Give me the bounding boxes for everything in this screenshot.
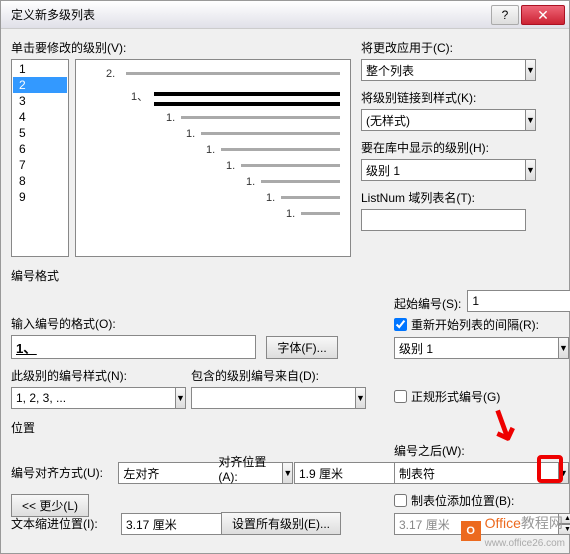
legal-checkbox[interactable]: [394, 390, 407, 403]
numstyle-label: 此级别的编号样式(N):: [11, 367, 181, 384]
window-title: 定义新多级列表: [5, 6, 491, 23]
apply-to-label: 将更改应用于(C):: [361, 39, 526, 56]
chevron-down-icon[interactable]: ▼: [559, 337, 569, 359]
align-select[interactable]: ▼: [118, 462, 208, 484]
chevron-down-icon[interactable]: ▼: [526, 159, 536, 181]
annotation-highlight: [537, 455, 563, 483]
numstyle-select[interactable]: ▼: [11, 387, 181, 409]
include-from-select[interactable]: ▼: [191, 387, 341, 409]
level-item[interactable]: 6: [13, 141, 67, 157]
level-item[interactable]: 3: [13, 93, 67, 109]
link-style-label: 将级别链接到样式(K):: [361, 89, 526, 106]
restart-checkbox[interactable]: [394, 318, 407, 331]
enter-fmt-input[interactable]: [11, 335, 256, 359]
font-button[interactable]: 字体(F)...: [266, 336, 338, 359]
watermark: O Office教程网 www.office26.com: [461, 513, 565, 549]
level-item[interactable]: 2: [13, 77, 67, 93]
section-numfmt: 编号格式: [11, 267, 559, 284]
levels-label: 单击要修改的级别(V):: [11, 39, 351, 56]
start-at-input[interactable]: [467, 290, 570, 312]
restart-label: 重新开始列表的间隔(R):: [411, 316, 539, 333]
tab-stop-label: 制表位添加位置(B):: [411, 492, 514, 509]
less-button[interactable]: << 更少(L): [11, 494, 89, 517]
section-pos: 位置: [11, 419, 559, 436]
link-style-select[interactable]: ▼: [361, 109, 526, 131]
apply-to-select[interactable]: ▼: [361, 59, 526, 81]
align-at-label: 对齐位置(A):: [218, 453, 284, 484]
indent-at-label: 文本缩进位置(I):: [11, 515, 111, 532]
set-all-button[interactable]: 设置所有级别(E)...: [221, 512, 341, 535]
listnum-label: ListNum 域列表名(T):: [361, 189, 526, 206]
align-label: 编号对齐方式(U):: [11, 464, 108, 481]
chevron-down-icon[interactable]: ▼: [526, 109, 536, 131]
start-at-label: 起始编号(S):: [394, 295, 461, 312]
legal-label: 正规形式编号(G): [411, 388, 500, 405]
level-item[interactable]: 7: [13, 157, 67, 173]
chevron-down-icon[interactable]: ▼: [526, 59, 536, 81]
titlebar: 定义新多级列表 ? ✕: [1, 1, 569, 29]
level-item[interactable]: 8: [13, 173, 67, 189]
close-button[interactable]: ✕: [521, 5, 565, 25]
logo-icon: O: [461, 521, 481, 541]
level-item[interactable]: 1: [13, 61, 67, 77]
level-item[interactable]: 5: [13, 125, 67, 141]
restart-select[interactable]: ▼: [394, 337, 559, 359]
gallery-select[interactable]: ▼: [361, 159, 526, 181]
level-item[interactable]: 9: [13, 189, 67, 205]
enter-fmt-label: 输入编号的格式(O):: [11, 315, 256, 332]
help-button[interactable]: ?: [491, 5, 519, 25]
include-from-label: 包含的级别编号来自(D):: [191, 367, 341, 384]
listnum-input[interactable]: [361, 209, 526, 231]
tab-stop-checkbox[interactable]: [394, 494, 407, 507]
level-item[interactable]: 4: [13, 109, 67, 125]
chevron-down-icon[interactable]: ▼: [176, 387, 186, 409]
follow-label: 编号之后(W):: [394, 442, 559, 459]
chevron-down-icon[interactable]: ▼: [283, 462, 293, 484]
chevron-down-icon[interactable]: ▼: [356, 387, 366, 409]
follow-select[interactable]: ▼: [394, 462, 559, 484]
gallery-label: 要在库中显示的级别(H):: [361, 139, 526, 156]
levels-listbox[interactable]: 1 2 3 4 5 6 7 8 9: [11, 59, 69, 257]
preview-pane: 2. 1、 1. 1. 1. 1. 1.: [75, 59, 351, 257]
